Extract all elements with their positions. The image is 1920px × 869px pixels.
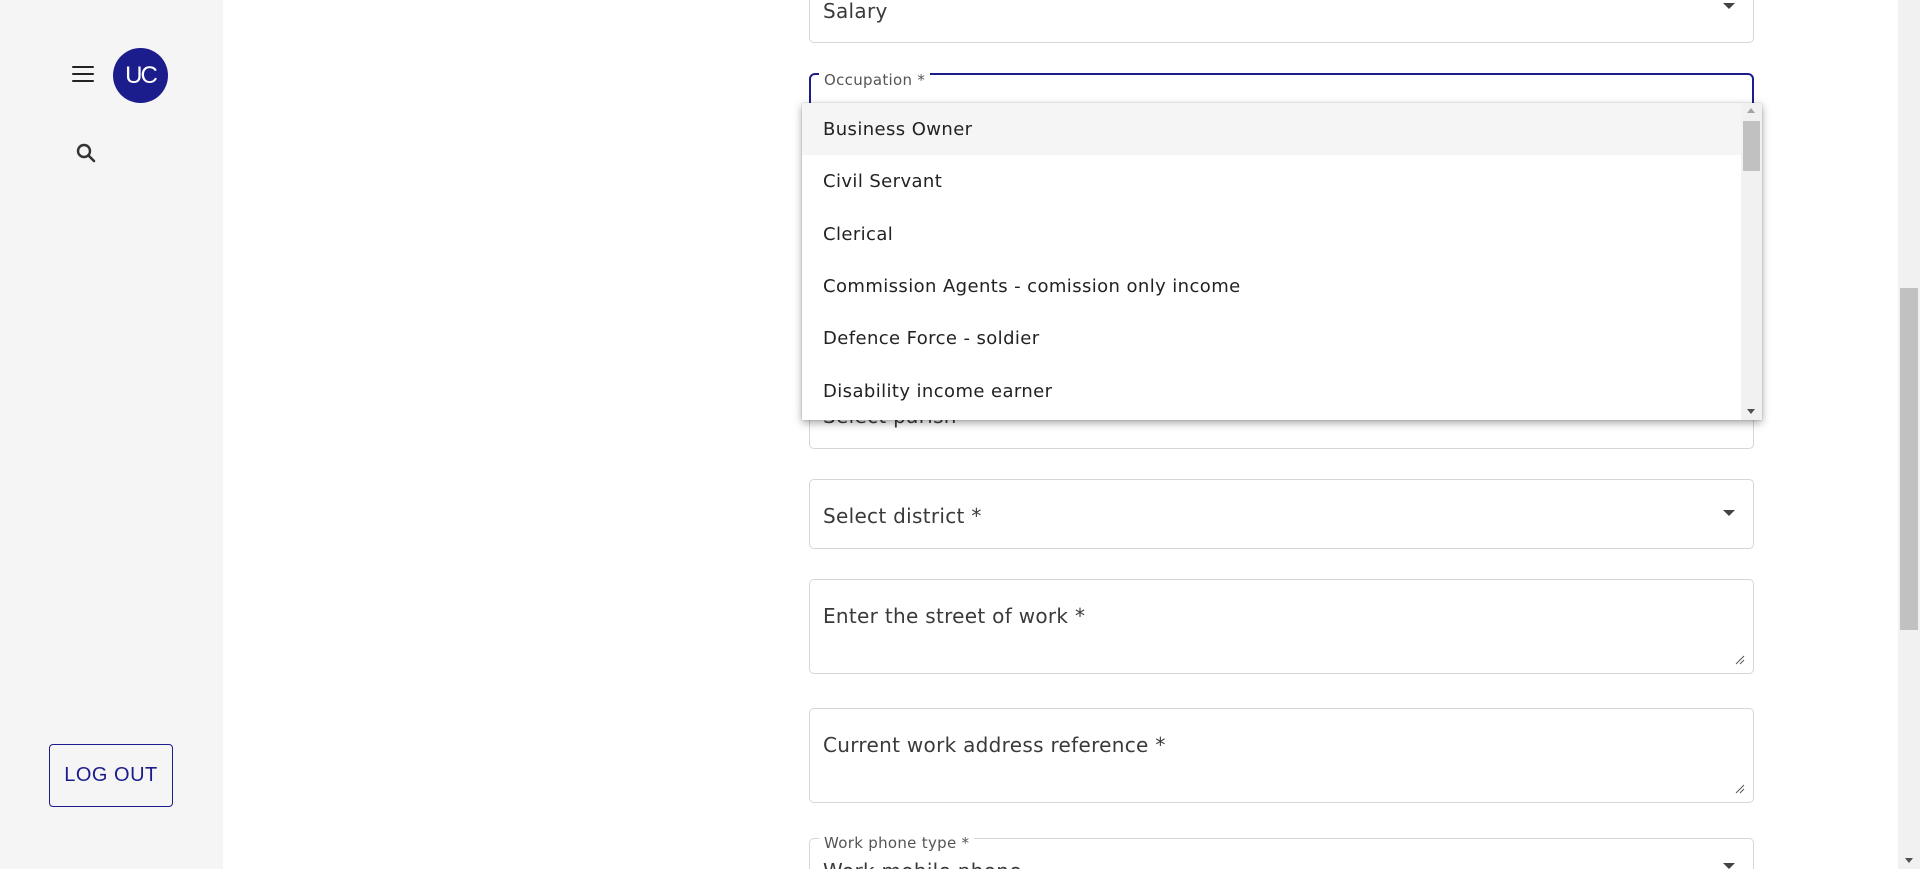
scroll-down-arrow-icon[interactable] bbox=[1747, 409, 1755, 414]
occupation-option[interactable]: Business Owner bbox=[802, 103, 1741, 155]
occupation-option[interactable]: Defence Force - soldier bbox=[802, 312, 1741, 364]
avatar[interactable]: UC bbox=[113, 48, 168, 103]
search-icon[interactable] bbox=[74, 141, 98, 165]
district-select[interactable]: Select district * bbox=[809, 479, 1754, 549]
dropdown-scrollbar-thumb[interactable] bbox=[1743, 121, 1760, 171]
income-type-value: Salary bbox=[823, 0, 888, 23]
sidebar: UC LOG OUT bbox=[0, 0, 223, 869]
scroll-down-arrow-icon[interactable] bbox=[1905, 858, 1913, 863]
dropdown-scrollbar[interactable] bbox=[1741, 103, 1762, 420]
work-address-reference-textarea[interactable]: Current work address reference * bbox=[809, 708, 1754, 803]
occupation-option[interactable]: Civil Servant bbox=[802, 155, 1741, 207]
street-placeholder: Enter the street of work * bbox=[823, 604, 1086, 628]
occupation-option[interactable]: Clerical bbox=[802, 208, 1741, 260]
resize-handle-icon[interactable] bbox=[1735, 655, 1745, 665]
chevron-down-icon bbox=[1723, 3, 1735, 9]
district-placeholder: Select district * bbox=[823, 504, 982, 528]
chevron-down-icon bbox=[1723, 863, 1735, 869]
page-scrollbar[interactable] bbox=[1898, 0, 1920, 869]
income-type-select[interactable]: Salary bbox=[809, 0, 1754, 43]
logout-button[interactable]: LOG OUT bbox=[49, 744, 173, 807]
work-phone-type-value: Work mobile phone bbox=[823, 859, 1022, 869]
hamburger-menu-icon[interactable] bbox=[71, 63, 95, 87]
main-content: Salary Occupation * Select parish Select… bbox=[223, 0, 1898, 869]
chevron-down-icon bbox=[1723, 510, 1735, 516]
occupation-option[interactable]: Commission Agents - comission only incom… bbox=[802, 260, 1741, 312]
address-reference-placeholder: Current work address reference * bbox=[823, 733, 1166, 757]
scroll-up-arrow-icon[interactable] bbox=[1747, 108, 1755, 113]
occupation-label: Occupation * bbox=[819, 71, 931, 89]
occupation-option[interactable]: Disability income earner bbox=[802, 365, 1741, 417]
resize-handle-icon[interactable] bbox=[1735, 784, 1745, 794]
street-of-work-textarea[interactable]: Enter the street of work * bbox=[809, 579, 1754, 674]
occupation-dropdown-list[interactable]: Business Owner Civil Servant Clerical Co… bbox=[802, 103, 1762, 420]
work-phone-type-label: Work phone type * bbox=[819, 834, 975, 852]
page-scrollbar-thumb[interactable] bbox=[1900, 288, 1918, 630]
